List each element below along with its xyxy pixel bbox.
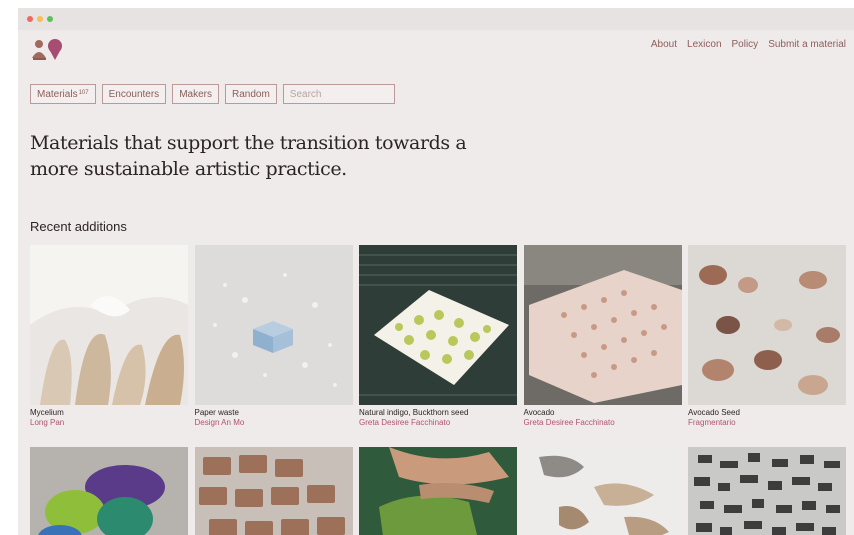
- material-title[interactable]: Avocado Seed: [688, 408, 846, 418]
- material-title[interactable]: Natural indigo, Buckthorn seed: [359, 408, 517, 418]
- tab-random[interactable]: Random: [224, 84, 277, 104]
- nav-lexicon[interactable]: Lexicon: [687, 39, 721, 50]
- material-card-avocado-seed[interactable]: Avocado Seed Fragmentario: [688, 245, 846, 428]
- material-image[interactable]: [359, 447, 517, 535]
- tab-random-label: Random: [231, 89, 270, 100]
- material-card-mycelium[interactable]: Mycelium Long Pan: [30, 245, 188, 428]
- material-card-natural-indigo[interactable]: Natural indigo, Buckthorn seed Greta Des…: [359, 245, 517, 428]
- material-title[interactable]: Paper waste: [195, 408, 353, 418]
- browser-window: About Lexicon Policy Submit a material M…: [18, 8, 854, 535]
- material-card-avocado[interactable]: Avocado Greta Desiree Facchinato: [523, 245, 682, 428]
- nav-policy[interactable]: Policy: [732, 39, 759, 50]
- material-image[interactable]: [30, 245, 188, 405]
- top-navigation: About Lexicon Policy Submit a material: [651, 39, 846, 50]
- tab-makers[interactable]: Makers: [172, 84, 219, 104]
- material-image[interactable]: [523, 245, 682, 405]
- tab-materials-label: Materials: [37, 89, 78, 100]
- window-titlebar: [18, 8, 854, 30]
- material-author[interactable]: Greta Desiree Facchinato: [359, 418, 517, 428]
- material-title[interactable]: Avocado: [524, 408, 682, 418]
- material-image[interactable]: [688, 245, 846, 405]
- nav-submit-material[interactable]: Submit a material: [768, 39, 846, 50]
- material-author[interactable]: Design An Mo: [195, 418, 353, 428]
- material-image[interactable]: [523, 447, 682, 535]
- recent-additions-heading: Recent additions: [30, 219, 127, 234]
- tab-makers-label: Makers: [179, 89, 212, 100]
- minimize-window-button[interactable]: [37, 16, 43, 22]
- material-card-row2-4[interactable]: [523, 447, 682, 535]
- material-image[interactable]: [688, 447, 846, 535]
- maximize-window-button[interactable]: [47, 16, 53, 22]
- material-image[interactable]: [359, 245, 517, 405]
- close-window-button[interactable]: [27, 16, 33, 22]
- tab-materials-count: 107: [78, 90, 89, 96]
- tab-encounters-label: Encounters: [108, 89, 160, 100]
- material-card-row2-3[interactable]: [359, 447, 517, 535]
- search-input[interactable]: [282, 84, 395, 104]
- material-image[interactable]: [194, 245, 353, 405]
- material-author[interactable]: Fragmentario: [688, 418, 846, 428]
- site-logo-icon[interactable]: [30, 38, 70, 62]
- material-author[interactable]: Greta Desiree Facchinato: [524, 418, 682, 428]
- page-headline: Materials that support the transition to…: [30, 132, 467, 180]
- tab-encounters[interactable]: Encounters: [101, 84, 167, 104]
- material-card-row2-2[interactable]: [194, 447, 353, 535]
- tab-materials[interactable]: Materials107: [30, 84, 96, 104]
- nav-about[interactable]: About: [651, 39, 677, 50]
- category-tabs: Materials107 Encounters Makers Random: [30, 84, 395, 104]
- material-title[interactable]: Mycelium: [30, 408, 188, 418]
- material-author[interactable]: Long Pan: [30, 418, 188, 428]
- material-image[interactable]: [30, 447, 188, 535]
- material-image[interactable]: [194, 447, 353, 535]
- material-card-row2-1[interactable]: [30, 447, 188, 535]
- material-card-paper-waste[interactable]: Paper waste Design An Mo: [194, 245, 353, 428]
- material-card-row2-5[interactable]: [688, 447, 846, 535]
